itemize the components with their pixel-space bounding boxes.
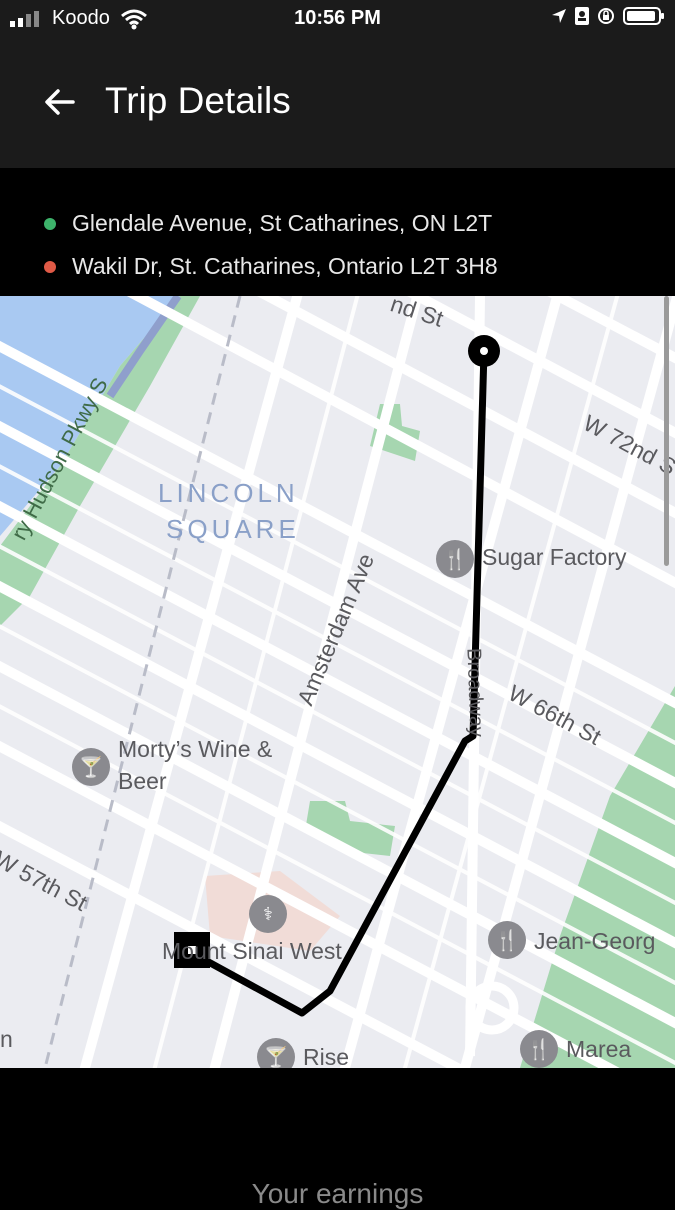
earnings-section: Your earnings	[0, 1068, 675, 1209]
battery-icon	[623, 7, 664, 25]
hospital-icon[interactable]: ⚕	[249, 895, 287, 933]
street-label-edge: n	[0, 1026, 13, 1052]
rotation-lock-icon	[598, 8, 614, 24]
restaurant-icon[interactable]: 🍴	[520, 1030, 558, 1068]
street-label-broadway: Broadway	[462, 647, 488, 738]
earnings-label: Your earnings	[251, 1178, 424, 1209]
pickup-dot-icon	[44, 218, 56, 230]
back-arrow-icon	[45, 89, 75, 115]
status-bar: Koodo 10:56 PM	[0, 0, 675, 40]
poi-label-jean-georges[interactable]: Jean-Georg	[534, 928, 655, 955]
page-title: Trip Details	[105, 80, 291, 121]
dropoff-dot-icon	[44, 261, 56, 273]
trip-addresses: Glendale Avenue, St Catharines, ON L2T W…	[0, 168, 675, 296]
poi-label-mount-sinai[interactable]: Mount Sinai West	[162, 938, 342, 965]
status-icons	[551, 7, 664, 25]
neighborhood-label-line2: SQUARE	[166, 514, 300, 544]
poi-label-mortys-line2[interactable]: Beer	[118, 768, 167, 795]
restaurant-icon[interactable]: 🍴	[488, 921, 526, 959]
poi-label-sugar-factory[interactable]: Sugar Factory	[482, 544, 626, 571]
neighborhood-label: LINCOLN	[158, 478, 299, 508]
dropoff-address: Wakil Dr, St. Catharines, Ontario L2T 3H…	[72, 253, 498, 279]
bar-icon[interactable]: 🍸	[72, 748, 110, 786]
poi-label-rise[interactable]: Rise	[303, 1044, 349, 1068]
poi-label-marea[interactable]: Marea	[566, 1036, 631, 1063]
pickup-address: Glendale Avenue, St Catharines, ON L2T	[72, 210, 493, 236]
restaurant-icon[interactable]: 🍴	[436, 540, 474, 578]
contact-card-icon	[575, 7, 589, 25]
poi-label-mortys[interactable]: Morty’s Wine &	[118, 736, 272, 763]
map-scrollbar[interactable]	[664, 296, 669, 566]
bar-icon[interactable]: 🍸	[257, 1038, 295, 1068]
location-arrow-icon	[552, 9, 566, 23]
trip-map[interactable]: nd St W 72nd S ry Hudson Pkwy S LINCOLN …	[0, 296, 675, 1068]
back-button[interactable]	[40, 82, 80, 122]
header: Trip Details	[0, 40, 675, 168]
